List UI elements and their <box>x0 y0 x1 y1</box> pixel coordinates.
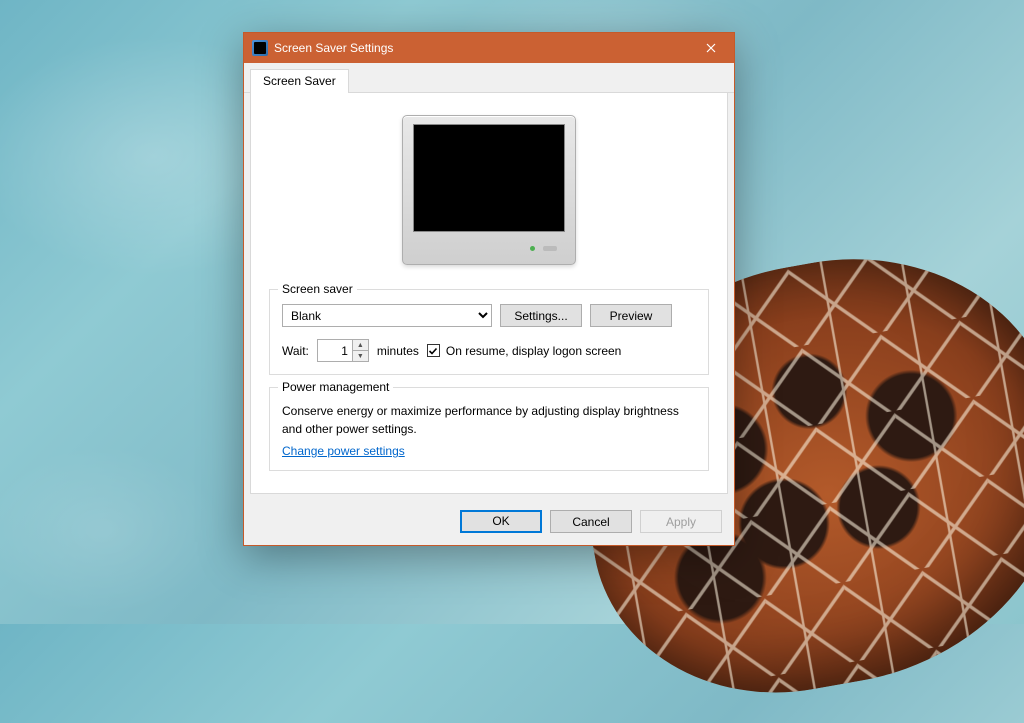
screensaver-group: Screen saver Blank Settings... Preview W… <box>269 289 709 375</box>
preview-button[interactable]: Preview <box>590 304 672 327</box>
spin-down-icon[interactable]: ▼ <box>353 351 368 361</box>
power-description: Conserve energy or maximize performance … <box>282 402 696 438</box>
monitor-screen <box>413 124 565 232</box>
tab-strip: Screen Saver <box>244 63 734 93</box>
tab-screen-saver[interactable]: Screen Saver <box>250 69 349 93</box>
app-icon <box>252 40 268 56</box>
wait-unit: minutes <box>377 344 419 358</box>
screensaver-select[interactable]: Blank <box>282 304 492 327</box>
cancel-button[interactable]: Cancel <box>550 510 632 533</box>
power-group: Power management Conserve energy or maxi… <box>269 387 709 471</box>
close-icon <box>706 43 716 53</box>
monitor-preview <box>402 115 576 265</box>
close-button[interactable] <box>688 33 734 63</box>
tab-label: Screen Saver <box>263 74 336 88</box>
ok-button[interactable]: OK <box>460 510 542 533</box>
resume-checkbox[interactable]: On resume, display logon screen <box>427 344 621 358</box>
apply-button[interactable]: Apply <box>640 510 722 533</box>
resume-label: On resume, display logon screen <box>446 344 621 358</box>
wait-spinner[interactable]: ▲ ▼ <box>317 339 369 362</box>
window-title: Screen Saver Settings <box>274 41 688 55</box>
dialog-footer: OK Cancel Apply <box>244 500 734 545</box>
wait-label: Wait: <box>282 344 309 358</box>
settings-button[interactable]: Settings... <box>500 304 582 327</box>
spin-up-icon[interactable]: ▲ <box>353 340 368 351</box>
wait-input[interactable] <box>318 340 352 361</box>
monitor-led-icon <box>530 246 535 251</box>
power-legend: Power management <box>278 380 393 394</box>
screen-saver-settings-dialog: Screen Saver Settings Screen Saver Scree… <box>243 32 735 546</box>
titlebar[interactable]: Screen Saver Settings <box>244 33 734 63</box>
change-power-settings-link[interactable]: Change power settings <box>282 444 405 458</box>
tab-panel: Screen saver Blank Settings... Preview W… <box>250 93 728 494</box>
monitor-button-icon <box>543 246 557 251</box>
checkbox-icon <box>427 344 440 357</box>
preview-area <box>269 109 709 289</box>
screensaver-legend: Screen saver <box>278 282 357 296</box>
